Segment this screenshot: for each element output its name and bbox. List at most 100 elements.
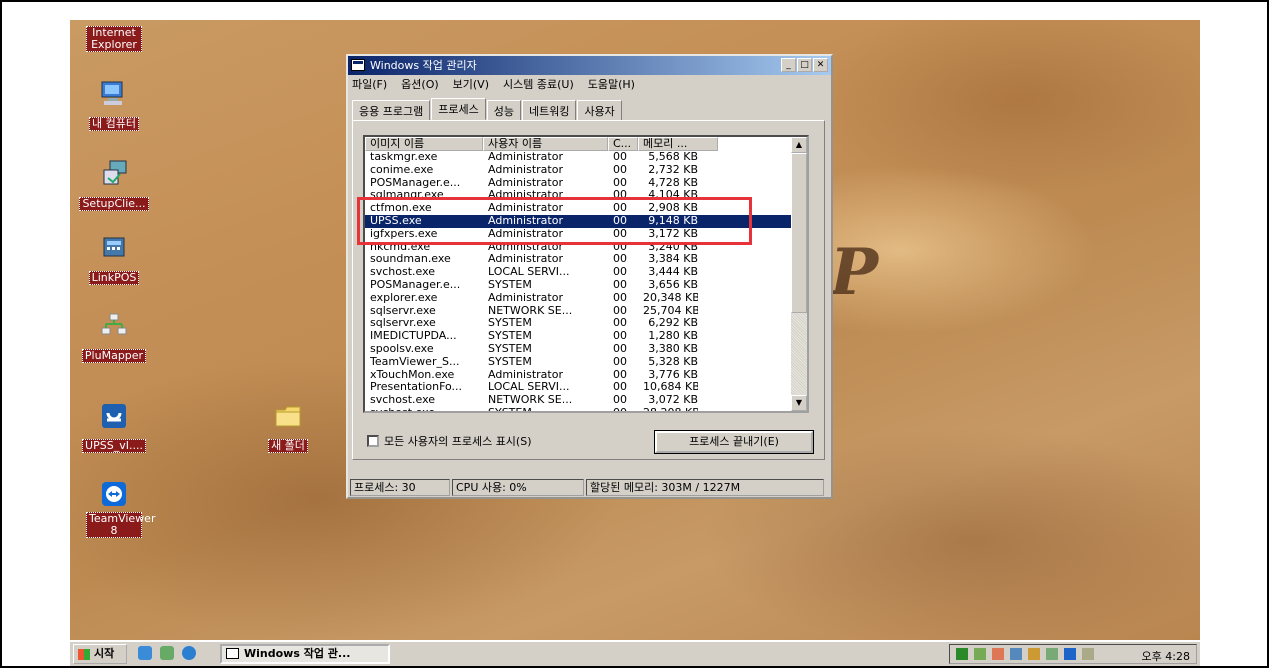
process-row[interactable]: sqlservr.exe NETWORK SE... 00 25,704 KB: [365, 305, 807, 318]
process-row[interactable]: svchost.exeSYSTEM0028,208 KB: [365, 407, 807, 411]
menu-help[interactable]: 도움말(H): [588, 75, 635, 94]
process-image-name: IMEDICTUPDA...: [370, 330, 457, 343]
desktop-icon-linkpos[interactable]: LinkPOS: [74, 232, 154, 285]
desktop-icon-upss[interactable]: UPSS_vI....: [74, 400, 154, 453]
status-bar: 프로세스: 30 CPU 사용: 0% 할당된 메모리: 303M / 1227…: [350, 479, 829, 496]
process-cpu: 00: [608, 407, 638, 411]
clock: 오후 4:28: [1141, 650, 1190, 663]
process-row[interactable]: conime.exe Administrator 00 2,732 KB: [365, 164, 807, 177]
start-label: 시작: [94, 647, 115, 660]
desktop-icon-label: SetupClie...: [79, 197, 149, 211]
process-memory: 3,380 KB: [648, 342, 698, 355]
process-image-name: conime.exe: [370, 163, 434, 176]
setup-icon: [98, 158, 130, 190]
column-cpu[interactable]: C...: [608, 137, 638, 151]
tab-networking[interactable]: 네트워킹: [521, 100, 577, 120]
process-cpu: 00: [613, 330, 627, 343]
start-button[interactable]: 시작: [73, 644, 127, 664]
process-row[interactable]: spoolsv.exe SYSTEM 00 3,380 KB: [365, 343, 807, 356]
column-image-name[interactable]: 이미지 이름: [365, 137, 483, 151]
process-cpu: 00: [613, 278, 627, 291]
process-cpu: 00: [613, 342, 627, 355]
ie-quicklaunch-icon[interactable]: [182, 646, 196, 660]
computer-icon: [98, 78, 130, 110]
process-row[interactable]: PresentationFo... LOCAL SERVI... 00 10,684 …: [365, 381, 807, 394]
desktop-icon-internet-explorer[interactable]: Internet Explorer: [74, 26, 154, 52]
process-row[interactable]: POSManager.e... Administrator 00 4,728 KB: [365, 177, 807, 190]
desktop-quicklaunch-icon[interactable]: [138, 646, 152, 660]
process-image-name: POSManager.e...: [370, 176, 461, 189]
process-row[interactable]: TeamViewer_S... SYSTEM 00 5,328 KB: [365, 356, 807, 369]
desktop-icon-label: UPSS_vI....: [82, 439, 146, 453]
menu-view[interactable]: 보기(V): [453, 75, 489, 94]
desktop-icon-plumapper[interactable]: PluMapper: [74, 310, 154, 363]
desktop-icon-label: TeamViewer 8: [86, 512, 155, 538]
process-memory: 1,280 KB: [648, 330, 698, 343]
tray-alert-icon[interactable]: [992, 648, 1004, 660]
process-row[interactable]: svchost.exe NETWORK SE... 00 3,072 KB: [365, 394, 807, 407]
maximize-button[interactable]: □: [797, 58, 812, 72]
processes-panel: 이미지 이름 사용자 이름 C... 메모리 ... taskmgr.exe Ad…: [352, 120, 825, 460]
desktop-icon-teamviewer[interactable]: TeamViewer 8: [74, 478, 155, 538]
process-row[interactable]: sqlservr.exe SYSTEM 00 6,292 KB: [365, 317, 807, 330]
desktop-icon-my-computer[interactable]: 내 컴퓨터: [74, 78, 154, 131]
desktop-icon-new-folder[interactable]: 새 폴더: [248, 400, 328, 453]
process-row[interactable]: svchost.exe LOCAL SERVI... 00 3,444 KB: [365, 266, 807, 279]
tab-users[interactable]: 사용자: [577, 100, 622, 120]
scroll-down-arrow-icon[interactable]: ▼: [791, 395, 807, 411]
desktop-icon-label: 새 폴더: [268, 439, 308, 453]
tray-service-icon[interactable]: [1046, 648, 1058, 660]
tray-monitor-icon[interactable]: [1010, 648, 1022, 660]
tab-performance[interactable]: 성능: [486, 100, 521, 120]
tab-applications[interactable]: 응용 프로그램: [352, 100, 431, 120]
title-bar[interactable]: Windows 작업 관리자 _ □ ✕: [348, 56, 831, 75]
end-process-button[interactable]: 프로세스 끝내기(E): [654, 430, 814, 454]
process-image-name: taskmgr.exe: [370, 151, 438, 163]
status-memory: 할당된 메모리: 303M / 1227M: [586, 479, 824, 496]
process-cpu: 00: [613, 163, 627, 176]
process-row[interactable]: explorer.exe Administrator 00 20,348 KB: [365, 292, 807, 305]
task-manager-icon: [226, 648, 239, 659]
wallpaper-logo: P: [830, 235, 879, 310]
checkbox-box[interactable]: [367, 435, 379, 447]
process-row[interactable]: POSManager.e... SYSTEM 00 3,656 KB: [365, 279, 807, 292]
process-image-name: soundman.exe: [370, 253, 451, 266]
tray-ime-icon[interactable]: [1082, 648, 1094, 660]
close-button[interactable]: ✕: [813, 58, 828, 72]
tab-processes[interactable]: 프로세스: [431, 98, 486, 120]
scroll-up-arrow-icon[interactable]: ▲: [791, 137, 807, 153]
menu-shutdown[interactable]: 시스템 종료(U): [503, 75, 574, 94]
process-user-name: NETWORK SE...: [488, 304, 573, 317]
minimize-button[interactable]: _: [781, 58, 796, 72]
column-memory[interactable]: 메모리 ...: [638, 137, 718, 151]
desktop-icon-label: LinkPOS: [88, 271, 140, 285]
tray-app-icon[interactable]: [956, 648, 968, 660]
menu-options[interactable]: 옵션(O): [401, 75, 438, 94]
menu-file[interactable]: 파일(F): [352, 75, 387, 94]
teamviewer-icon: [98, 478, 130, 510]
vertical-scrollbar[interactable]: ▲ ▼: [791, 137, 807, 411]
process-row[interactable]: IMEDICTUPDA... SYSTEM 00 1,280 KB: [365, 330, 807, 343]
process-cpu: 00: [613, 317, 627, 330]
process-list[interactable]: 이미지 이름 사용자 이름 C... 메모리 ... taskmgr.exe Ad…: [363, 135, 809, 413]
scroll-thumb[interactable]: [791, 153, 807, 313]
process-image-name: TeamViewer_S...: [370, 355, 460, 368]
status-process-count: 프로세스: 30: [350, 479, 450, 496]
process-cpu: 00: [613, 253, 627, 266]
process-user-name: NETWORK SE...: [488, 394, 573, 407]
tray-clock-icon[interactable]: [1028, 648, 1040, 660]
process-row[interactable]: taskmgr.exe Administrator 00 5,568 KB: [365, 151, 807, 164]
tray-network-icon[interactable]: [974, 648, 986, 660]
process-cpu: 00: [613, 368, 627, 381]
tray-teamviewer-icon[interactable]: [1064, 648, 1076, 660]
desktop-icon-label: Internet Explorer: [86, 26, 142, 52]
process-row[interactable]: xTouchMon.exe Administrator 00 3,776 KB: [365, 369, 807, 382]
show-all-users-checkbox[interactable]: 모든 사용자의 프로세스 표시(S): [367, 433, 532, 449]
taskbar-item-task-manager[interactable]: Windows 작업 관...: [220, 644, 390, 664]
desktop-icon-setupclient[interactable]: SetupClie...: [74, 158, 154, 211]
process-row[interactable]: soundman.exe Administrator 00 3,384 KB: [365, 253, 807, 266]
column-user-name[interactable]: 사용자 이름: [483, 137, 608, 151]
menu-bar: 파일(F) 옵션(O) 보기(V) 시스템 종료(U) 도움말(H): [348, 75, 831, 94]
media-quicklaunch-icon[interactable]: [160, 646, 174, 660]
process-user-name: SYSTEM: [488, 317, 532, 330]
